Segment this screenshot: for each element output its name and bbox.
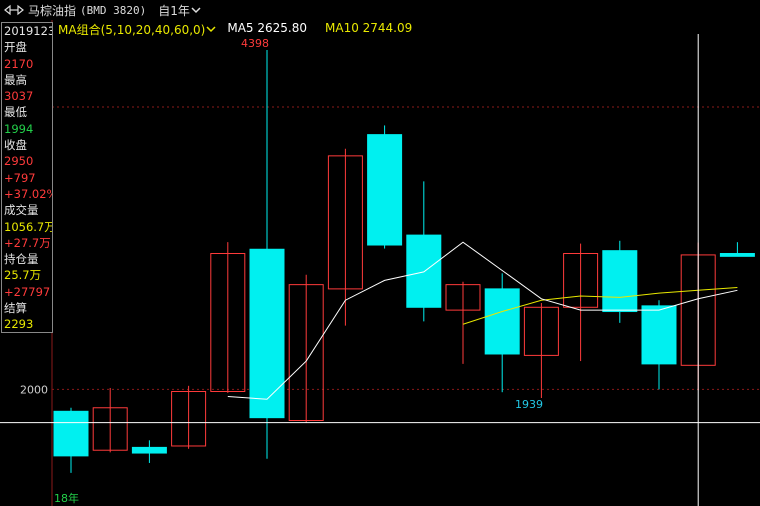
info-volume-change: +27.7万	[4, 235, 51, 250]
candle-body	[406, 234, 442, 308]
info-settle-label: 结算	[4, 301, 27, 316]
instrument-name: 马棕油指	[28, 3, 77, 18]
info-low-value: 1994	[4, 121, 34, 136]
info-oi-value: 25.7万	[4, 268, 42, 283]
info-high-value: 3037	[4, 89, 34, 104]
max-price-label: 4398	[241, 37, 269, 50]
info-volume-label: 成交量	[4, 203, 39, 218]
min-price-label: 1939	[515, 398, 543, 411]
candlestick-chart[interactable]: 2000 4398 1939 18年	[0, 0, 760, 506]
info-high-label: 最高	[4, 72, 27, 87]
info-change-pct: +37.02%	[4, 186, 52, 201]
info-low-label: 最低	[4, 105, 27, 120]
candle-body	[641, 305, 677, 365]
candle-body	[602, 250, 638, 313]
info-oi-change: +27797	[4, 284, 51, 299]
candle-body	[484, 288, 520, 355]
chevron-down-icon	[206, 26, 216, 33]
info-close-value: 2950	[4, 154, 34, 169]
ma-group-label: MA组合(5,10,20,40,60,0)	[58, 23, 206, 37]
y-tick-label: 2000	[20, 383, 48, 396]
ma-legend: MA组合(5,10,20,40,60,0) MA5 2625.80 MA10 2…	[58, 21, 412, 38]
info-volume-value: 1056.7万	[4, 219, 52, 234]
candle-body	[249, 248, 285, 419]
info-date: 20191231	[4, 24, 52, 38]
candle-body	[53, 410, 89, 457]
bar-info-panel: 20191231 开盘 2170 最高 3037 最低 1994 收盘 2950…	[1, 22, 53, 333]
info-change: +797	[4, 170, 36, 185]
candle-body	[367, 134, 403, 246]
prev-next-arrows-icon[interactable]	[4, 4, 24, 16]
toolbar: 马棕油指 (BMD 3820) 自1年	[0, 0, 760, 20]
info-settle-value: 2293	[4, 317, 34, 332]
ma-group-selector[interactable]: MA组合(5,10,20,40,60,0)	[58, 21, 217, 38]
period-label: 自1年	[158, 3, 190, 18]
instrument-code: (BMD 3820)	[80, 3, 147, 17]
info-open-value: 2170	[4, 56, 34, 71]
ma5-value: MA5 2625.80	[227, 21, 307, 35]
ma10-value: MA10 2744.09	[325, 21, 413, 35]
info-oi-label: 持仓量	[4, 252, 39, 267]
chevron-down-icon	[191, 7, 201, 14]
info-close-label: 收盘	[4, 138, 27, 153]
candle-body	[131, 446, 167, 454]
info-open-label: 开盘	[4, 40, 27, 55]
period-selector[interactable]: 自1年	[158, 2, 202, 19]
candle-body	[719, 253, 755, 257]
x-tick-label: 18年	[54, 491, 79, 505]
